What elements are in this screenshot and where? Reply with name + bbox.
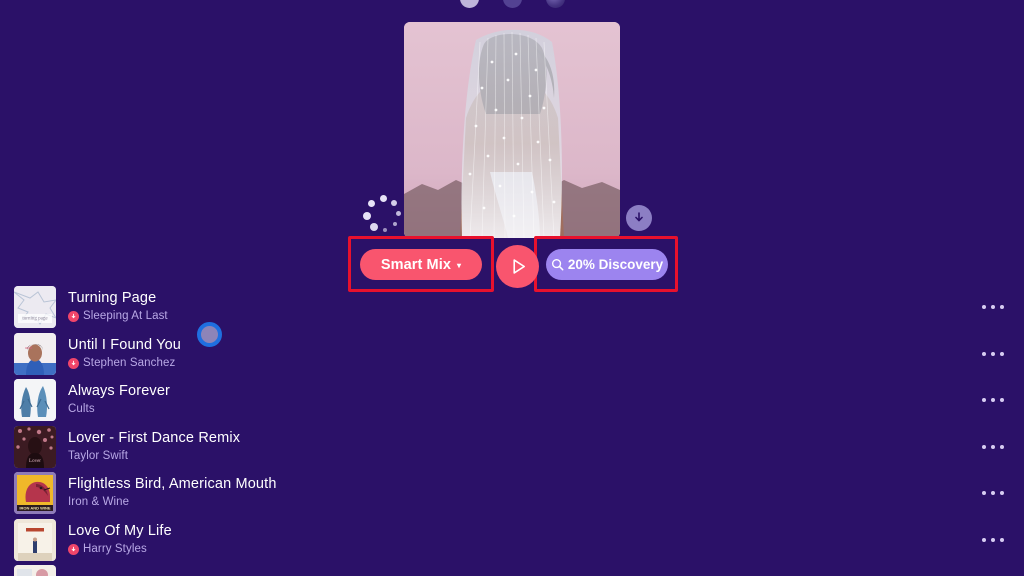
smart-mix-label: Smart Mix [380,256,452,273]
track-artist: Cults [68,403,95,416]
track-title: Flightless Bird, American Mouth [68,476,277,493]
track-title: Love Of My Life [68,522,172,539]
table-row[interactable] [0,563,1024,576]
loading-spinner [362,195,406,239]
table-row[interactable]: turning page Turning Page Sleeping At La… [0,284,1024,331]
track-subtitle: Iron & Wine [68,496,277,509]
table-row[interactable]: Always Forever Cults [0,377,1024,424]
track-overflow-menu[interactable] [982,398,1004,403]
track-overflow-menu[interactable] [982,537,1004,542]
download-arrow-icon [635,212,643,222]
svg-text:turning page: turning page [22,317,48,322]
play-button[interactable] [496,245,539,288]
smart-mix-button[interactable]: Smart Mix ▾ [360,249,482,280]
now-playing-artwork[interactable] [404,22,620,238]
track-overflow-menu[interactable] [982,351,1004,356]
track-overflow-menu[interactable] [982,491,1004,496]
track-artist: Stephen Sanchez [83,356,176,369]
table-row[interactable]: IRON AND WINE Flightless Bird, American … [0,470,1024,517]
track-list: turning page Turning Page Sleeping At La… [0,284,1024,576]
track-artist: Sleeping At Last [83,310,168,323]
album-art-thumbnail [14,379,56,422]
track-artist: Iron & Wine [68,496,130,509]
track-artist: Taylor Swift [68,449,128,462]
track-title: Turning Page [68,290,157,307]
track-subtitle: Cults [68,403,170,416]
track-meta: Always Forever Cults [68,384,170,416]
click-indicator [197,322,222,347]
track-title: Always Forever [68,383,171,400]
table-row[interactable]: Love Of My Life Harry Styles [0,517,1024,564]
album-art-thumbnail: Lover [14,425,56,468]
avatar-chip-3[interactable] [545,0,565,8]
svg-text:Lover: Lover [29,459,41,464]
downloaded-badge-icon [68,311,79,323]
download-button[interactable] [626,205,652,231]
downloaded-badge-icon [68,543,79,555]
album-art-thumbnail: IRON AND WINE [14,472,56,515]
track-subtitle: Harry Styles [68,543,172,556]
artwork-image [404,22,620,238]
track-meta: Until I Found You Stephen Sanchez [68,336,181,370]
album-art-thumbnail [14,565,56,576]
track-overflow-menu[interactable] [982,444,1004,449]
track-overflow-menu[interactable] [982,305,1004,310]
track-meta: Turning Page Sleeping At Last [68,291,168,323]
play-icon [513,259,526,274]
album-art-thumbnail [14,518,56,561]
search-icon [551,258,564,271]
svg-text:until: until [25,345,33,350]
track-meta: Lover - First Dance Remix Taylor Swift [68,429,241,463]
track-artist: Harry Styles [83,542,147,555]
table-row[interactable]: until Until I Found You Stephen Sanchez [0,331,1024,378]
avatar-chip-2[interactable] [502,0,522,8]
svg-text:IRON AND WINE: IRON AND WINE [19,506,51,511]
downloaded-badge-icon [68,357,79,369]
album-art-thumbnail: turning page [14,286,56,329]
top-avatar-strip [0,0,1024,8]
discovery-button[interactable]: 20% Discovery [546,249,668,280]
album-art-thumbnail: until [14,332,56,375]
track-meta: Flightless Bird, American Mouth Iron & W… [68,477,277,509]
discovery-label: 20% Discovery [567,257,664,272]
chevron-down-icon: ▾ [457,260,462,270]
track-meta: Love Of My Life Harry Styles [68,522,172,556]
track-title: Until I Found You [68,336,181,353]
track-title: Lover - First Dance Remix [68,429,241,446]
track-subtitle: Sleeping At Last [68,310,168,323]
track-subtitle: Stephen Sanchez [68,357,181,370]
avatar-chip-1[interactable] [459,0,479,8]
table-row[interactable]: Lover Lover - First Dance Remix Taylor S… [0,424,1024,471]
track-subtitle: Taylor Swift [68,450,240,463]
